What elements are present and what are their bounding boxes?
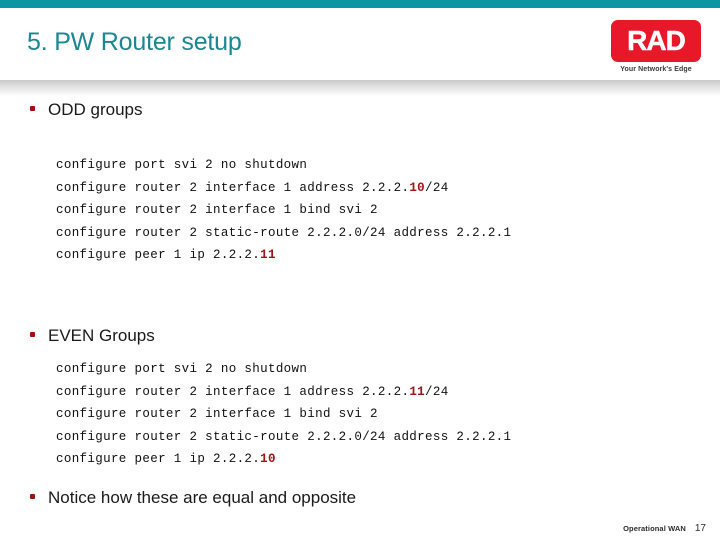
slide-content: ODD groups configure port svi 2 no shutd… [0, 96, 720, 540]
bullet-odd-groups: ODD groups [30, 100, 142, 120]
code-line: configure router 2 static-route 2.2.2.0/… [56, 225, 512, 240]
bullet-label: EVEN Groups [48, 326, 155, 345]
bullet-dot-icon [30, 332, 35, 337]
bullet-dot-icon [30, 494, 35, 499]
code-block-even: configure port svi 2 no shutdown configu… [56, 358, 511, 471]
code-line: configure router 2 interface 1 address 2… [56, 384, 449, 399]
rad-logo-tagline: Your Network's Edge [620, 66, 692, 73]
bullet-even-groups: EVEN Groups [30, 326, 155, 346]
bullet-note: Notice how these are equal and opposite [30, 488, 356, 508]
code-line: configure router 2 interface 1 address 2… [56, 180, 449, 195]
code-line: configure port svi 2 no shutdown [56, 158, 308, 172]
rad-logo-text: RAD [627, 25, 686, 57]
code-block-odd: configure port svi 2 no shutdown configu… [56, 154, 511, 267]
slide-footer: Operational WAN 17 [623, 523, 706, 534]
code-line: configure peer 1 ip 2.2.2.10 [56, 452, 276, 467]
bullet-label: Notice how these are equal and opposite [48, 488, 357, 507]
bullet-dot-icon [30, 106, 35, 111]
slide-header: 5. PW Router setup RAD Your Network's Ed… [0, 8, 720, 80]
code-line: configure router 2 interface 1 bind svi … [56, 407, 378, 422]
bullet-label: ODD groups [48, 100, 143, 119]
rad-logo: RAD Your Network's Edge [608, 20, 704, 82]
code-line: configure router 2 interface 1 bind svi … [56, 203, 378, 218]
code-line: configure port svi 2 no shutdown [56, 362, 308, 376]
footer-page-number: 17 [694, 523, 706, 534]
code-line: configure router 2 static-route 2.2.2.0/… [56, 429, 512, 444]
rad-logo-box: RAD [611, 20, 701, 62]
page-title: 5. PW Router setup [27, 28, 242, 56]
header-divider-shadow [0, 80, 720, 96]
code-line: configure peer 1 ip 2.2.2.11 [56, 248, 276, 263]
footer-label: Operational WAN [623, 524, 686, 533]
top-accent-bar [0, 0, 720, 8]
